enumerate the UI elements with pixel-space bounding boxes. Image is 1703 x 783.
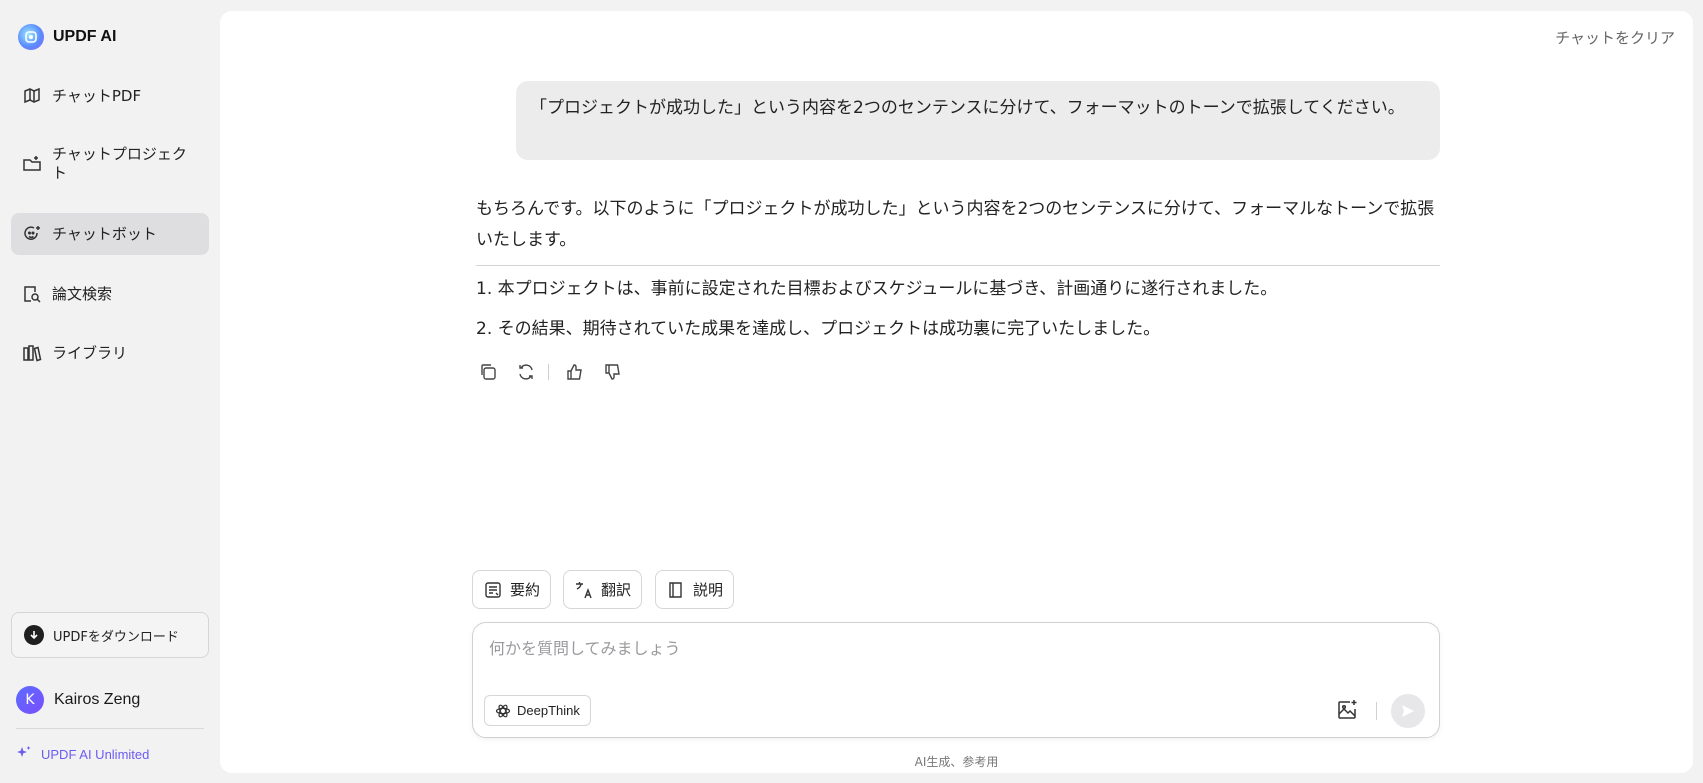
library-icon: [22, 343, 42, 363]
assistant-answer-list: 1. 本プロジェクトは、事前に設定された目標およびスケジュールに基づき、計画通り…: [476, 277, 1440, 357]
assistant-answer-intro: もちろんです。以下のように「プロジェクトが成功した」という内容を2つのセンテンス…: [476, 199, 1435, 250]
sidebar-item-chatbot[interactable]: チャットボット: [11, 213, 209, 255]
deepthink-label: DeepThink: [517, 703, 580, 718]
updf-ai-unlimited-link[interactable]: UPDF AI Unlimited: [16, 744, 149, 764]
send-icon: [1402, 705, 1414, 717]
chat-panel: チャットをクリア 「プロジェクトが成功した」という内容を2つのセンテンスに分けて…: [220, 11, 1693, 773]
sidebar-item-label: チャットPDF: [52, 86, 142, 105]
translate-icon: [576, 581, 592, 598]
explain-book-icon: [669, 581, 682, 598]
app-title: UPDF AI: [53, 28, 117, 45]
unlimited-label: UPDF AI Unlimited: [41, 746, 150, 762]
download-icon: [24, 625, 44, 645]
image-upload-button[interactable]: [1335, 698, 1359, 722]
composer-separator: [1376, 702, 1377, 720]
sidebar-item-library[interactable]: ライブラリ: [11, 336, 209, 370]
refresh-icon: [519, 364, 533, 380]
chip-label: 翻訳: [601, 581, 632, 599]
sidebar-item-paper-search[interactable]: 論文検索: [11, 277, 209, 311]
sidebar-divider: [16, 728, 204, 729]
send-button[interactable]: [1391, 694, 1425, 728]
list-item: 1. 本プロジェクトは、事前に設定された目標およびスケジュールに基づき、計画通り…: [476, 279, 1278, 299]
updf-logo-icon: [18, 24, 44, 50]
brand[interactable]: UPDF AI: [18, 24, 116, 50]
message-composer: DeepThink: [472, 622, 1440, 738]
actions-separator: [548, 364, 549, 380]
list-item: 2. その結果、期待されていた成果を達成し、プロジェクトは成功裏に完了いたしまし…: [476, 319, 1161, 339]
thumbs-down-button[interactable]: [601, 360, 625, 384]
download-label: UPDFをダウンロード: [53, 629, 179, 645]
clear-chat-button[interactable]: チャットをクリア: [1555, 27, 1675, 48]
summary-icon: [485, 581, 501, 598]
sidebar: UPDF AI チャットPDF チャットプロジェクト チャットボット 論文検索 …: [0, 0, 220, 783]
thumbs-up-icon: [567, 364, 582, 380]
sidebar-item-chat-project[interactable]: チャットプロジェクト: [11, 142, 209, 186]
avatar: K: [16, 686, 44, 714]
sparkle-icon: [16, 745, 32, 764]
copy-button[interactable]: [476, 360, 500, 384]
sidebar-item-chat-pdf[interactable]: チャットPDF: [11, 79, 209, 113]
sidebar-item-label: 論文検索: [52, 284, 113, 303]
thumbs-up-button[interactable]: [563, 360, 587, 384]
user-profile[interactable]: K Kairos Zeng: [16, 686, 140, 714]
question-input[interactable]: [489, 635, 1409, 661]
chip-label: 説明: [693, 581, 724, 599]
user-message-bubble: 「プロジェクトが成功した」という内容を2つのセンテンスに分けて、フォーマットのト…: [516, 81, 1440, 160]
doc-search-icon: [22, 284, 42, 304]
download-updf-button[interactable]: UPDFをダウンロード: [11, 612, 209, 658]
book-icon: [22, 86, 42, 106]
answer-divider: [476, 265, 1440, 266]
image-plus-icon: [1338, 700, 1357, 719]
copy-icon: [481, 364, 496, 380]
user-name: Kairos Zeng: [54, 691, 141, 708]
explain-chip[interactable]: 説明: [655, 570, 735, 609]
atom-icon: [495, 704, 511, 717]
summary-chip[interactable]: 要約: [472, 570, 552, 609]
deepthink-toggle[interactable]: DeepThink: [484, 695, 591, 726]
bot-icon: [22, 224, 42, 244]
ai-disclaimer: AI生成、参考用: [914, 755, 999, 769]
chip-label: 要約: [510, 581, 541, 599]
thumbs-down-icon: [605, 364, 620, 380]
translate-chip[interactable]: 翻訳: [563, 570, 643, 609]
sidebar-item-label: チャットプロジェクト: [52, 145, 187, 182]
folder-plus-icon: [22, 154, 42, 174]
sidebar-item-label: ライブラリ: [52, 343, 128, 362]
sidebar-item-label: チャットボット: [52, 224, 157, 243]
message-actions: [476, 360, 625, 384]
regenerate-button[interactable]: [514, 360, 538, 384]
